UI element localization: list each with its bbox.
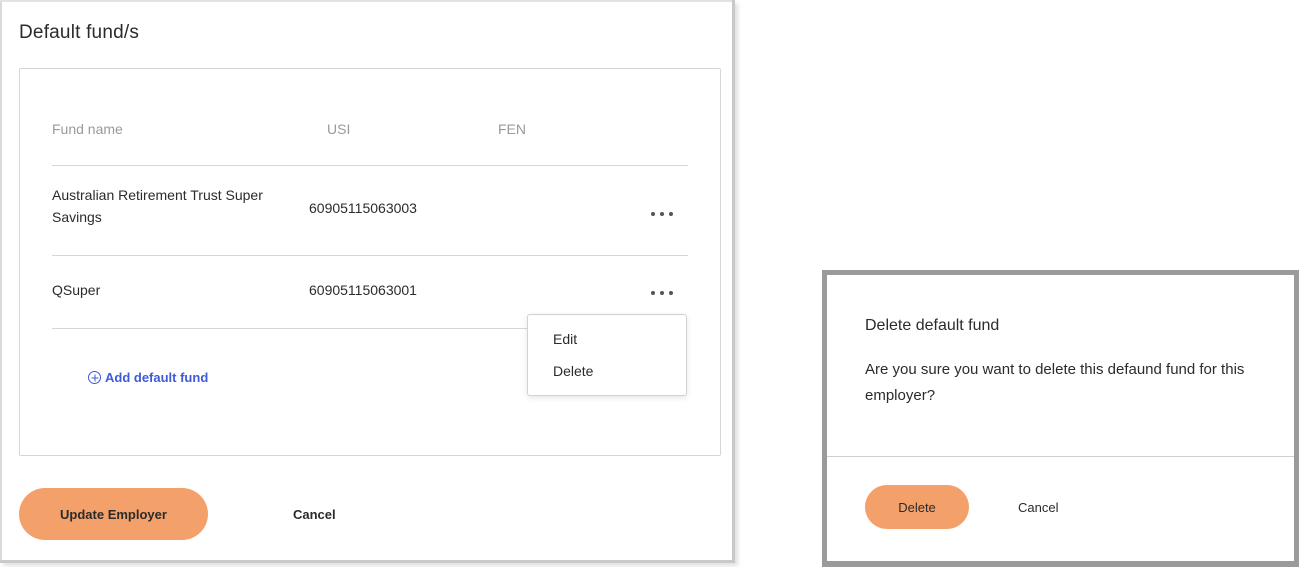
row-more-button[interactable] [651, 207, 673, 221]
row-action-menu: Edit Delete [527, 314, 687, 396]
usi-cell: 60905115063003 [309, 200, 417, 216]
delete-dialog-frame: Delete default fund Are you sure you wan… [822, 270, 1299, 567]
more-horizontal-icon [660, 291, 664, 295]
more-horizontal-icon [669, 212, 673, 216]
add-default-fund-label: Add default fund [105, 370, 209, 385]
usi-cell: 60905115063001 [309, 282, 417, 298]
panel-edge [0, 0, 2, 560]
dialog-cancel-button[interactable]: Cancel [1018, 500, 1058, 515]
delete-fund-dialog: Delete default fund Are you sure you wan… [827, 275, 1294, 561]
add-default-fund-link[interactable]: Add default fund [88, 370, 208, 385]
column-header-fen: FEN [498, 121, 526, 137]
funds-card [19, 68, 721, 456]
panel-edge [0, 0, 732, 2]
cancel-button[interactable]: Cancel [293, 507, 336, 522]
fund-name-cell: QSuper [52, 282, 101, 298]
more-horizontal-icon [669, 291, 673, 295]
menu-item-edit[interactable]: Edit [553, 331, 577, 347]
update-employer-button[interactable]: Update Employer [19, 488, 208, 540]
row-more-button[interactable] [651, 286, 673, 300]
more-horizontal-icon [651, 291, 655, 295]
column-header-usi: USI [327, 121, 351, 137]
dialog-title: Delete default fund [865, 317, 1000, 334]
plus-circle-icon [88, 371, 101, 384]
section-title: Default fund/s [19, 22, 140, 43]
dialog-delete-button[interactable]: Delete [865, 485, 969, 529]
menu-item-delete[interactable]: Delete [553, 363, 593, 379]
row-divider [52, 165, 688, 166]
dialog-divider [827, 456, 1294, 457]
row-divider [52, 328, 528, 329]
default-funds-panel: Default fund/s Fund name USI FEN Austral… [0, 0, 735, 563]
column-header-fund-name: Fund name [52, 121, 123, 137]
fund-name-cell: Australian Retirement Trust Super Saving… [52, 187, 263, 225]
row-divider [52, 255, 688, 256]
dialog-message: Are you sure you want to delete this def… [865, 361, 1245, 404]
more-horizontal-icon [651, 212, 655, 216]
more-horizontal-icon [660, 212, 664, 216]
